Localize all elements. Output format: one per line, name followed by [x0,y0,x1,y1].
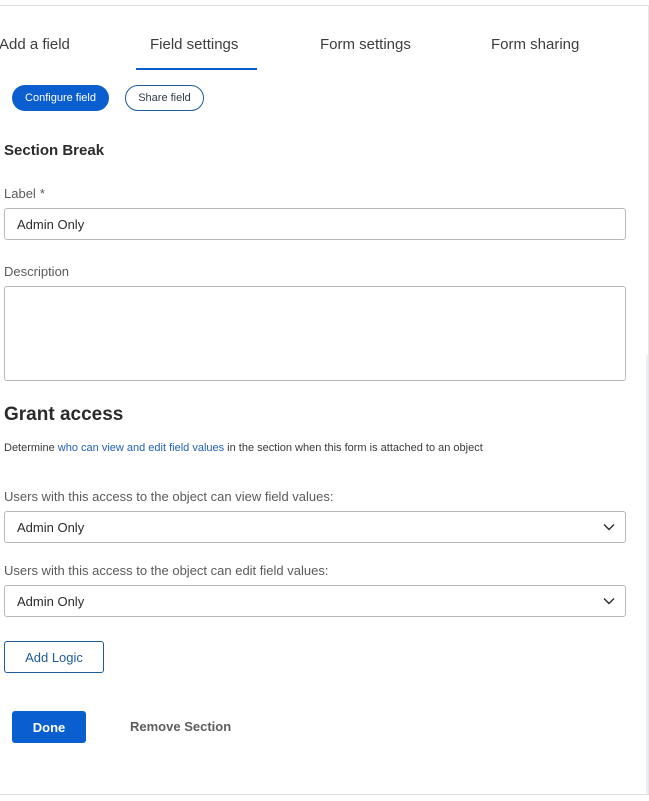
tab-form-settings[interactable]: Form settings [320,36,411,53]
label-input-value: Admin Only [17,216,85,232]
grant-access-description: Determine who can view and edit field va… [4,442,483,454]
edit-access-select[interactable]: Admin Only [4,585,626,617]
view-access-select[interactable]: Admin Only [4,511,626,543]
required-marker: * [39,186,45,201]
done-button[interactable]: Done [12,711,86,743]
label-input[interactable]: Admin Only [4,208,626,240]
remove-section-button[interactable]: Remove Section [130,719,231,734]
panel-scroll-track [646,355,648,795]
description-textarea[interactable] [4,286,626,381]
share-field-pill[interactable]: Share field [125,85,204,111]
tab-field-settings[interactable]: Field settings [150,36,238,53]
chevron-down-icon [603,524,615,531]
configure-field-pill[interactable]: Configure field [12,85,109,111]
panel-top-border [0,5,649,6]
panel-bottom-border [0,794,649,795]
grant-access-desc-prefix: Determine [4,442,58,454]
tab-add-a-field[interactable]: Add a field [0,36,70,53]
tab-form-sharing[interactable]: Form sharing [491,36,579,53]
grant-access-desc-suffix: in the section when this form is attache… [224,442,483,454]
description-field-label: Description [4,264,70,279]
section-title: Section Break [4,142,105,159]
view-access-select-value: Admin Only [17,519,85,535]
view-access-label: Users with this access to the object can… [4,489,334,504]
label-field-label-text: Label [4,186,36,201]
active-tab-indicator [136,68,257,70]
edit-access-label: Users with this access to the object can… [4,563,329,578]
add-logic-button[interactable]: Add Logic [4,641,104,673]
edit-access-select-value: Admin Only [17,593,85,609]
chevron-down-icon [603,598,615,605]
label-field-label: Label * [4,186,45,201]
grant-access-help-link[interactable]: who can view and edit field values [58,442,224,454]
grant-access-heading: Grant access [4,404,124,425]
